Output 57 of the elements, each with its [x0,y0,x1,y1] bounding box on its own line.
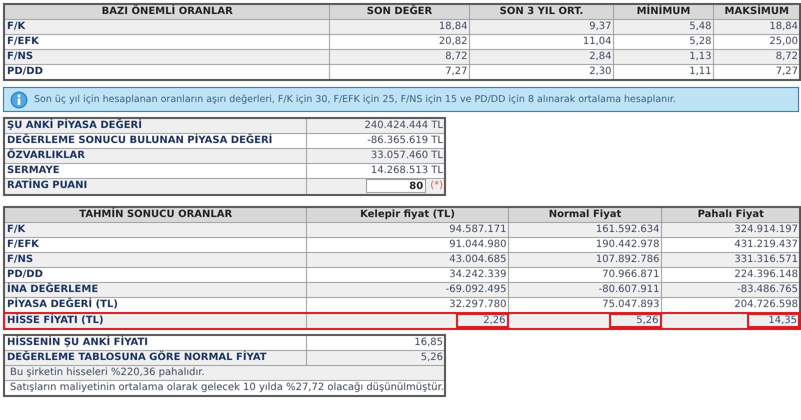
table-cell: -69.092.495 [306,282,508,297]
table-cell: 190.442.978 [508,237,661,252]
table-cell: 34.242.339 [306,267,508,282]
column-header: Normal Fiyat [508,206,661,222]
table-cell: 161.592.634 [508,222,661,237]
table-cell-value: 14,35 [747,312,800,328]
table-cell: 16,85 [306,334,445,350]
row-label: F/NS [4,252,306,267]
table-cell: 43.004.685 [306,252,508,267]
rating-field[interactable]: 80 [366,179,426,193]
column-header: SON 3 YIL ORT. [469,4,613,20]
table-cell: 8,72 [329,50,469,64]
table-cell: 5,26 [306,350,445,365]
table-cell: 9,37 [469,20,613,34]
table-cell: 107.892.786 [508,252,661,267]
table-cell: 18,84 [713,20,800,34]
note-text: Bu şirketin hisseleri %220,36 pahalıdır. [4,365,445,380]
row-label: HİSSENİN ŞU ANKİ FİYATI [4,334,306,350]
column-header: SON DEĞER [329,4,469,20]
table-cell: 8,72 [713,50,800,64]
column-header: Pahalı Fiyat [661,206,800,222]
table-cell-value: 5,26 [608,312,662,328]
row-label: DEĞERLEME TABLOSUNA GÖRE NORMAL FİYAT [4,350,306,365]
column-header: TAHMİN SONUCU ORANLAR [4,206,306,222]
table-cell: -80.607.911 [508,282,661,297]
row-label: F/K [4,20,329,34]
row-label: HİSSE FİYATI (TL) [4,312,306,328]
table-cell: 331.316.571 [661,252,800,267]
table-cell: 70.966.871 [508,267,661,282]
info-icon [10,90,28,108]
table-cell: -83.486.765 [661,282,800,297]
row-label: F/EFK [4,237,306,252]
footnote-mark: (*) [430,179,443,193]
table-cell: 5,48 [613,20,713,34]
info-text: Son üç yıl için hesaplanan oranların aşırı değerleri, F/K için 30, F/EFK için 25, F/NS için 15 ve PD/DD için 8 alınarak ortalama hesaplanır. [34,94,676,105]
row-label: İNA DEĞERLEME [4,282,306,297]
table-cell: 2,84 [469,50,613,64]
row-label: PD/DD [4,267,306,282]
row-label: ÖZVARLIKLAR [4,148,306,164]
row-label: F/NS [4,50,329,64]
row-label: F/K [4,222,306,237]
table-cell: 91.044.980 [306,237,508,252]
table-cell: 33.057.460 TL [306,148,445,164]
table-cell: 18,84 [329,20,469,34]
table-cell: 324.914.197 [661,222,800,237]
table-cell: 1,13 [613,50,713,64]
column-header: BAZI ÖNEMLİ ORANLAR [4,4,329,20]
row-label: RATİNG PUANI [4,178,306,194]
column-header: MİNİMUM [613,4,713,20]
table-cell: 240.424.444 TL [306,118,445,134]
table-cell-value: 2,26 [456,312,508,328]
table-cell: 224.396.148 [661,267,800,282]
table-cell: 94.587.171 [306,222,508,237]
table-cell: 431.219.437 [661,237,800,252]
column-header: MAKSİMUM [713,4,800,20]
column-header: Kelepir fiyat (TL) [306,206,508,222]
row-label: ŞU ANKİ PİYASA DEĞERİ [4,118,306,134]
